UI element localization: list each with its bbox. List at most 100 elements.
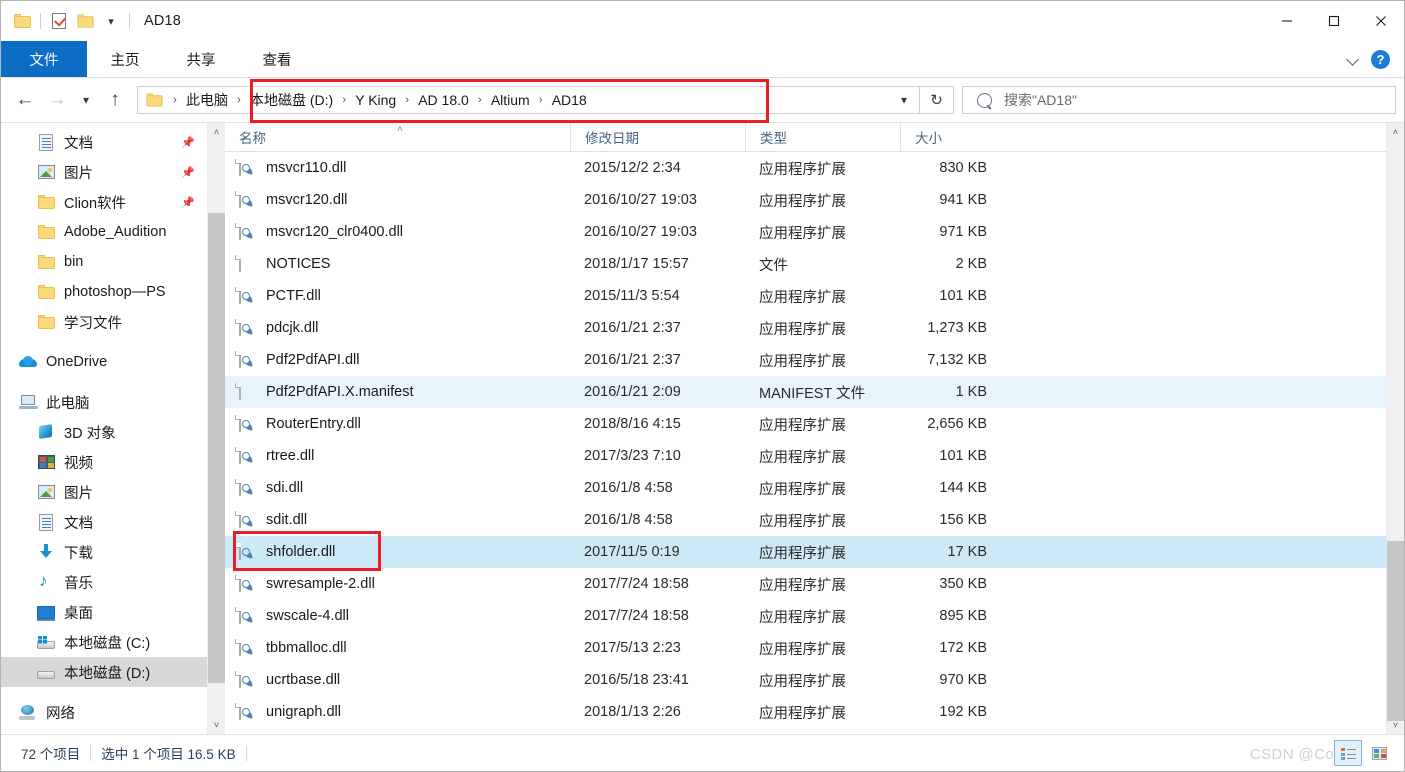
tab-file[interactable]: 文件	[1, 41, 87, 77]
table-row[interactable]: msvcr120_clr0400.dll 2016/10/27 19:03 应用…	[225, 216, 1386, 248]
sidebar-item-downloads[interactable]: 下载	[1, 537, 207, 567]
scroll-up-arrow-icon[interactable]: ˄	[208, 123, 225, 141]
breadcrumb-item-this-pc[interactable]: 此电脑	[183, 90, 231, 110]
table-row[interactable]: msvcr120.dll 2016/10/27 19:03 应用程序扩展 941…	[225, 184, 1386, 216]
details-view-icon[interactable]	[1334, 740, 1362, 766]
table-row[interactable]: msvcr110.dll 2015/12/2 2:34 应用程序扩展 830 K…	[225, 152, 1386, 184]
sidebar-item-local-disk-d[interactable]: 本地磁盘 (D:)	[1, 657, 207, 687]
search-box[interactable]: 搜索"AD18"	[962, 86, 1396, 114]
table-row[interactable]: swresample-2.dll 2017/7/24 18:58 应用程序扩展 …	[225, 568, 1386, 600]
sidebar-item-bin[interactable]: bin	[1, 247, 207, 277]
scrollbar-track[interactable]	[208, 141, 225, 716]
column-header-label: 类型	[760, 131, 787, 146]
table-row[interactable]: Pdf2PdfAPI.X.manifest 2016/1/21 2:09 MAN…	[225, 376, 1386, 408]
ribbon-right-controls: ?	[1347, 41, 1396, 77]
table-row[interactable]: tbbmalloc.dll 2017/5/13 2:23 应用程序扩展 172 …	[225, 632, 1386, 664]
sidebar-item-documents-quick[interactable]: 文档 📌	[1, 127, 207, 157]
sidebar-item-pictures[interactable]: 图片	[1, 477, 207, 507]
table-row[interactable]: pdcjk.dll 2016/1/21 2:37 应用程序扩展 1,273 KB	[225, 312, 1386, 344]
file-name: RouterEntry.dll	[266, 416, 361, 432]
table-row-selected[interactable]: shfolder.dll 2017/11/5 0:19 应用程序扩展 17 KB	[225, 531, 1386, 571]
sidebar-item-videos[interactable]: 视频	[1, 447, 207, 477]
folder-icon	[37, 193, 55, 211]
back-button[interactable]: ←	[9, 84, 41, 116]
sidebar-item-label: bin	[64, 254, 84, 270]
scroll-up-arrow-icon[interactable]: ˄	[1387, 123, 1404, 141]
dll-file-icon	[239, 574, 256, 594]
file-list-scrollbar[interactable]: ˄ ˅	[1386, 123, 1404, 734]
table-row[interactable]: rtree.dll 2017/3/23 7:10 应用程序扩展 101 KB	[225, 440, 1386, 472]
column-header-date-modified[interactable]: 修改日期	[570, 123, 745, 151]
minimize-button[interactable]	[1263, 1, 1310, 41]
pin-icon[interactable]: 📌	[181, 166, 195, 179]
sidebar-item-3d-objects[interactable]: 3D 对象	[1, 417, 207, 447]
column-header-type[interactable]: 类型	[745, 123, 900, 151]
sidebar-item-label: Clion软件	[64, 195, 127, 212]
file-type-cell: 应用程序扩展	[759, 353, 846, 370]
scrollbar-thumb[interactable]	[1387, 541, 1404, 721]
tab-view[interactable]: 查看	[239, 41, 315, 77]
customize-quick-access-icon[interactable]: ▾	[98, 8, 124, 34]
sidebar-item-documents[interactable]: 文档	[1, 507, 207, 537]
column-header-size[interactable]: 大小	[900, 123, 995, 151]
maximize-button[interactable]	[1310, 1, 1357, 41]
breadcrumb-item-local-disk-d[interactable]: 本地磁盘 (D:)	[247, 90, 336, 110]
breadcrumb-item-altium[interactable]: Altium	[488, 92, 533, 108]
recent-locations-button[interactable]: ▾	[73, 84, 99, 116]
tab-home[interactable]: 主页	[87, 41, 163, 77]
tab-share[interactable]: 共享	[163, 41, 239, 77]
column-header-name[interactable]: 名称 ˄	[225, 123, 570, 151]
scrollbar-track[interactable]	[1387, 141, 1404, 721]
sidebar-item-this-pc[interactable]: 此电脑	[1, 387, 207, 417]
help-button[interactable]: ?	[1371, 49, 1390, 69]
sidebar-item-pictures-quick[interactable]: 图片 📌	[1, 157, 207, 187]
table-row[interactable]: unigraph.dll 2018/1/13 2:26 应用程序扩展 192 K…	[225, 696, 1386, 728]
close-button[interactable]	[1357, 1, 1404, 41]
dll-file-icon	[239, 606, 256, 626]
sidebar-item-onedrive[interactable]: OneDrive	[1, 347, 207, 377]
pin-icon[interactable]: 📌	[181, 196, 195, 209]
refresh-button[interactable]: ↻	[920, 86, 954, 114]
folder-icon[interactable]	[9, 8, 35, 34]
sidebar-item-study-files[interactable]: 学习文件	[1, 307, 207, 337]
table-row[interactable]: RouterEntry.dll 2018/8/16 4:15 应用程序扩展 2,…	[225, 408, 1386, 440]
sidebar-item-music[interactable]: ♪ 音乐	[1, 567, 207, 597]
properties-checkbox-icon[interactable]	[46, 8, 72, 34]
table-row[interactable]: swscale-4.dll 2017/7/24 18:58 应用程序扩展 895…	[225, 600, 1386, 632]
file-name: swscale-4.dll	[266, 608, 349, 624]
table-row[interactable]: Pdf2PdfAPI.dll 2016/1/21 2:37 应用程序扩展 7,1…	[225, 344, 1386, 376]
breadcrumb-item-ad-18-0[interactable]: AD 18.0	[415, 92, 472, 108]
sidebar-item-label: OneDrive	[46, 354, 108, 370]
table-row[interactable]: PCTF.dll 2015/11/3 5:54 应用程序扩展 101 KB	[225, 280, 1386, 312]
file-size-cell: 192 KB	[939, 704, 987, 720]
sidebar-item-network[interactable]: 网络	[1, 697, 207, 727]
search-input[interactable]: 搜索"AD18"	[1004, 90, 1077, 110]
file-name-cell: msvcr120_clr0400.dll	[225, 222, 570, 242]
forward-button[interactable]: →	[41, 84, 73, 116]
table-row[interactable]: sdit.dll 2016/1/8 4:58 应用程序扩展 156 KB	[225, 504, 1386, 536]
navigation-pane-scrollbar[interactable]: ˄ ˅	[207, 123, 225, 734]
file-type-cell: 应用程序扩展	[759, 641, 846, 658]
sidebar-item-adobe-audition[interactable]: Adobe_Audition	[1, 217, 207, 247]
scrollbar-thumb[interactable]	[208, 213, 225, 683]
file-date-cell: 2015/12/2 2:34	[584, 160, 681, 176]
scroll-down-arrow-icon[interactable]: ˅	[208, 716, 225, 734]
table-row[interactable]: NOTICES 2018/1/17 15:57 文件 2 KB	[225, 248, 1386, 280]
sidebar-item-local-disk-c[interactable]: 本地磁盘 (C:)	[1, 627, 207, 657]
table-row[interactable]: sdi.dll 2016/1/8 4:58 应用程序扩展 144 KB	[225, 472, 1386, 504]
chevron-down-icon[interactable]	[1347, 53, 1359, 65]
pin-icon[interactable]: 📌	[181, 136, 195, 149]
up-button[interactable]: ↑	[99, 84, 131, 116]
breadcrumb-item-ad18[interactable]: AD18	[549, 92, 590, 108]
sidebar-item-photoshop-ps[interactable]: photoshop—PS	[1, 277, 207, 307]
table-row[interactable]: ucrtbase.dll 2016/5/18 23:41 应用程序扩展 970 …	[225, 664, 1386, 696]
sidebar-item-clion[interactable]: Clion软件 📌	[1, 187, 207, 217]
file-size-cell: 1,273 KB	[927, 320, 987, 336]
sidebar-item-desktop[interactable]: 桌面	[1, 597, 207, 627]
breadcrumb-item-y-king[interactable]: Y King	[352, 92, 399, 108]
new-folder-icon[interactable]	[72, 8, 98, 34]
breadcrumb-dropdown-icon[interactable]: ▾	[889, 87, 919, 113]
file-name-cell: msvcr110.dll	[225, 158, 570, 178]
large-icons-view-icon[interactable]	[1366, 741, 1392, 765]
breadcrumb[interactable]: › 此电脑 › 本地磁盘 (D:) › Y King › AD 18.0 › A…	[137, 79, 920, 123]
